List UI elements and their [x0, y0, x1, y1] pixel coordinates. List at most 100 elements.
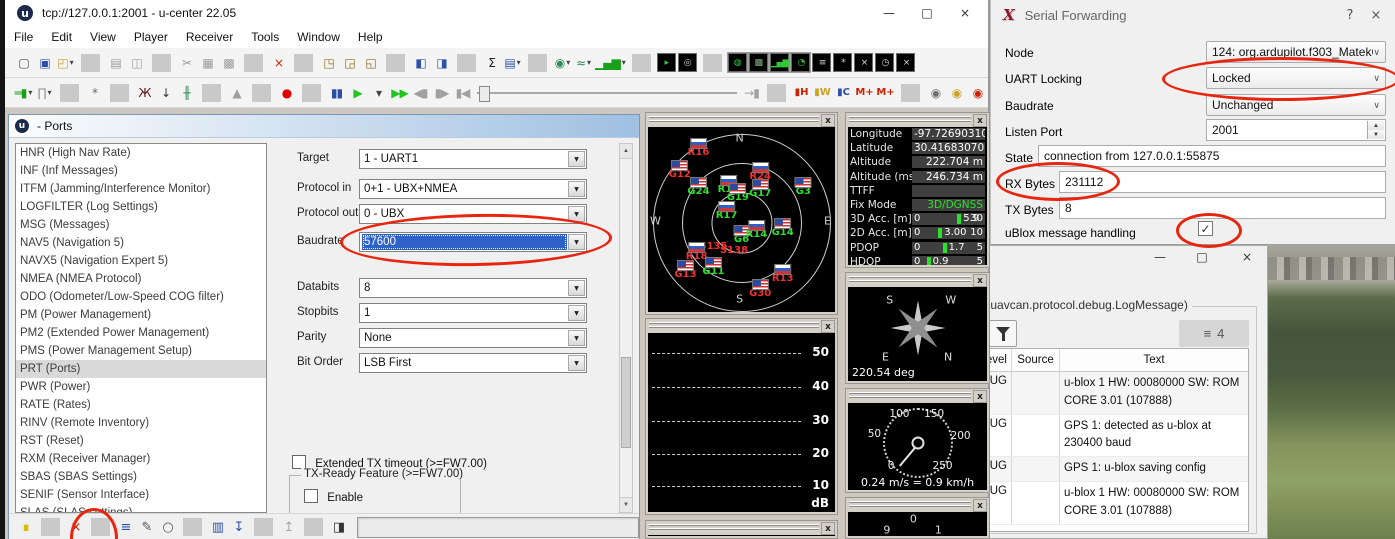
- auto-poll-icon[interactable]: ○▾: [158, 517, 177, 537]
- panel-titlebar[interactable]: x: [646, 521, 837, 534]
- menu-item[interactable]: Edit: [42, 26, 81, 48]
- menu-item[interactable]: Tools: [242, 26, 288, 48]
- chart-view-icon[interactable]: ≈▾: [574, 53, 593, 73]
- enable-checkbox[interactable]: [304, 489, 318, 503]
- list-item[interactable]: LOGFILTER (Log Settings): [16, 198, 266, 216]
- bit-order-combo[interactable]: LSB First ▼: [359, 353, 587, 373]
- compass-view-icon[interactable]: *▾: [833, 53, 852, 72]
- close-icon[interactable]: ×: [1363, 4, 1389, 26]
- playback-slider[interactable]: ▾: [477, 83, 737, 103]
- list-item[interactable]: RATE (Rates): [16, 396, 266, 414]
- camera-view-icon[interactable]: ▸▾: [657, 53, 676, 72]
- map-view-icon[interactable]: ◉▾: [553, 53, 572, 73]
- panel-titlebar[interactable]: x: [646, 113, 837, 126]
- list-item[interactable]: RST (Reset): [16, 432, 266, 450]
- list-item[interactable]: RXM (Receiver Manager): [16, 450, 266, 468]
- step-forward-icon[interactable]: ▮▶▾: [432, 83, 451, 103]
- titlebar[interactable]: u tcp://127.0.0.1:2001 - u-center 22.05 …: [5, 0, 988, 26]
- close-icon[interactable]: x: [821, 114, 835, 127]
- config-wand-icon[interactable]: *▾: [85, 83, 104, 103]
- menu-item[interactable]: Receiver: [177, 26, 242, 48]
- list-item[interactable]: ITFM (Jamming/Interference Monitor): [16, 180, 266, 198]
- paste-icon[interactable]: ▩▾: [219, 53, 238, 73]
- cut-icon[interactable]: ✂▾: [177, 53, 196, 73]
- list-item[interactable]: SENIF (Sensor Interface): [16, 486, 266, 504]
- clock-view-icon[interactable]: ◷▾: [875, 53, 894, 72]
- close-icon[interactable]: x: [973, 390, 987, 403]
- menu-item[interactable]: File: [5, 26, 42, 48]
- panel-titlebar[interactable]: x: [646, 319, 837, 332]
- list-item[interactable]: SLAS (SLAS settings): [16, 504, 266, 513]
- deviation-map-icon[interactable]: ▩▾: [749, 53, 768, 72]
- list-item[interactable]: RINV (Remote Inventory): [16, 414, 266, 432]
- world-position-icon[interactable]: ◔▾: [791, 53, 810, 72]
- panel-titlebar[interactable]: x: [846, 273, 989, 286]
- close-icon[interactable]: x: [973, 499, 987, 512]
- ports-titlebar[interactable]: u - Ports: [9, 115, 639, 138]
- scroll-thumb[interactable]: [621, 357, 631, 447]
- list-item[interactable]: PM (Power Management): [16, 306, 266, 324]
- play-options-caret-icon[interactable]: ▾▾: [369, 83, 388, 103]
- save-icon[interactable]: ▣▾: [35, 53, 54, 73]
- combo-caret-icon[interactable]: ▼: [568, 181, 585, 197]
- load-config-icon[interactable]: ↧▾: [229, 517, 248, 537]
- listen-port-spinbox[interactable]: 2001 ▲ ▼: [1206, 119, 1386, 141]
- poll-once-icon[interactable]: ✎▾: [137, 517, 156, 537]
- scroll-down-icon[interactable]: ▼: [620, 497, 632, 512]
- connect-icon[interactable]: ═▮▾: [14, 83, 33, 103]
- configure-view-icon[interactable]: ◨▾: [432, 53, 451, 73]
- list-item[interactable]: PWR (Power): [16, 378, 266, 396]
- minimize-icon[interactable]: —: [874, 2, 904, 24]
- menu-item[interactable]: Player: [125, 26, 177, 48]
- maximize-icon[interactable]: □: [912, 2, 942, 24]
- filter-button[interactable]: [989, 320, 1017, 347]
- dialog-titlebar[interactable]: X Serial Forwarding ? ×: [991, 0, 1395, 30]
- table-view-icon[interactable]: ▤▾: [503, 53, 522, 73]
- pause-icon[interactable]: ▮▮▾: [327, 83, 346, 103]
- state-field[interactable]: connection from 127.0.0.1:55875: [1038, 145, 1386, 167]
- receiver-gear-icon[interactable]: ◉▾: [926, 83, 945, 103]
- log-row[interactable]: DEBUG u-blox 1 HW: 00080000 SW: ROM CORE…: [959, 372, 1248, 415]
- copy-icon[interactable]: ▦▾: [198, 53, 217, 73]
- eject-icon[interactable]: ▲▾: [227, 83, 246, 103]
- play-icon[interactable]: ▶▾: [348, 83, 367, 103]
- close-icon[interactable]: x: [821, 320, 835, 333]
- list-item[interactable]: HNR (High Nav Rate): [16, 144, 266, 162]
- fast-forward-icon[interactable]: ▶▶▾: [390, 83, 409, 103]
- combo-caret-icon[interactable]: ▼: [568, 305, 585, 321]
- menu-item[interactable]: Help: [349, 26, 392, 48]
- list-item[interactable]: NAV5 (Navigation 5): [16, 234, 266, 252]
- receiver-download-icon[interactable]: ↓▾: [156, 83, 175, 103]
- combo-caret-icon[interactable]: ▼: [568, 280, 585, 296]
- column-text[interactable]: Text: [1060, 354, 1248, 366]
- list-item[interactable]: NAVX5 (Navigation Expert 5): [16, 252, 266, 270]
- marker-out-icon[interactable]: M+▾: [876, 83, 895, 103]
- list-item[interactable]: SBAS (SBAS Settings): [16, 468, 266, 486]
- statistics-view-icon[interactable]: Σ▾: [482, 53, 501, 73]
- log-row[interactable]: DEBUG u-blox 1 HW: 00080000 SW: ROM CORE…: [959, 482, 1248, 525]
- maximize-icon[interactable]: □: [1188, 248, 1216, 266]
- spin-up-icon[interactable]: ▲: [1368, 121, 1384, 130]
- marker-in-icon[interactable]: M+▾: [855, 83, 874, 103]
- protocol-in-combo[interactable]: 0+1 - UBX+NMEA ▼: [359, 179, 587, 199]
- panel-titlebar[interactable]: x: [846, 498, 989, 511]
- minimize-icon[interactable]: —: [1146, 248, 1174, 266]
- signal-strength-icon[interactable]: ▁▄▆▾: [770, 53, 790, 72]
- folder-gear-icon[interactable]: ◉▾: [947, 83, 966, 103]
- open-file-icon[interactable]: ◰▾: [56, 53, 75, 73]
- debug-bug-icon[interactable]: Ж▾: [135, 83, 154, 103]
- menu-item[interactable]: Window: [288, 26, 349, 48]
- jump-end-icon[interactable]: →▮▾: [742, 83, 761, 103]
- message-count-button[interactable]: ≡ 4: [1179, 320, 1249, 347]
- lock-icon[interactable]: ∎▾: [16, 517, 35, 537]
- disconnect-receiver-icon[interactable]: ×▾: [269, 53, 288, 73]
- close-icon[interactable]: x: [973, 274, 987, 287]
- parity-combo[interactable]: None ▼: [359, 328, 587, 348]
- new-file-icon[interactable]: ▢▾: [14, 53, 33, 73]
- sky-view-icon[interactable]: ◍▾: [728, 53, 747, 72]
- print-icon[interactable]: ▤▾: [106, 53, 125, 73]
- record-icon[interactable]: ●▾: [277, 83, 296, 103]
- list-item[interactable]: ODO (Odometer/Low-Speed COG filter): [16, 288, 266, 306]
- list-scrollbar[interactable]: ▲ ▼: [619, 143, 633, 513]
- list-item[interactable]: INF (Inf Messages): [16, 162, 266, 180]
